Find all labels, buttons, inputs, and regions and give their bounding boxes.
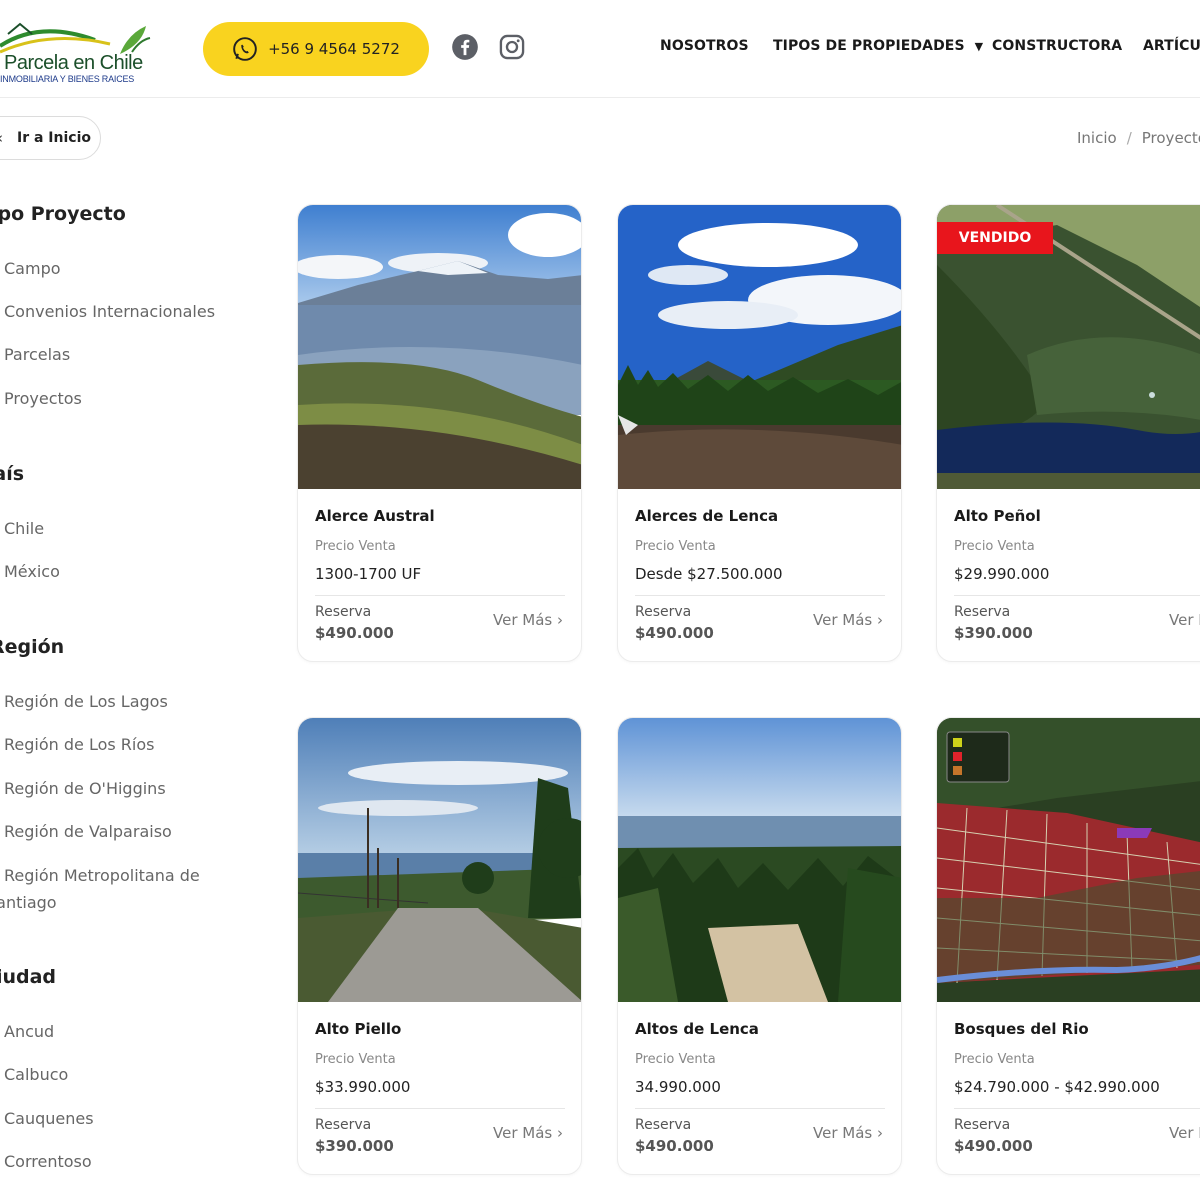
- filter-item-cauquenes[interactable]: Cauquenes: [4, 1109, 94, 1128]
- price-label: Precio Venta: [635, 539, 716, 554]
- filter-item-campo[interactable]: Campo: [4, 259, 61, 278]
- reserve-label: Reserva: [954, 604, 1011, 620]
- reserve-label: Reserva: [315, 1117, 372, 1133]
- go-home-label: Ir a Inicio: [17, 130, 91, 146]
- filter-heading-tipo-proyecto: Tipo Proyecto: [0, 203, 126, 225]
- breadcrumb-separator: /: [1126, 129, 1132, 147]
- price-value: 1300-1700 UF: [315, 565, 422, 583]
- reserve-value: $490.000: [635, 1137, 714, 1155]
- filter-heading-pais: País: [0, 463, 25, 485]
- chevron-down-icon: ▼: [974, 39, 984, 53]
- price-value: 34.990.000: [635, 1078, 721, 1096]
- nav-nosotros[interactable]: NOSOTROS: [660, 38, 773, 54]
- filter-item-parcelas[interactable]: Parcelas: [4, 345, 70, 364]
- price-label: Precio Venta: [315, 539, 396, 554]
- reserve-value: $490.000: [954, 1137, 1033, 1155]
- card-divider: [635, 595, 885, 596]
- property-card[interactable]: Alto Piello Precio Venta $33.990.000 Res…: [297, 717, 582, 1175]
- property-title: Alerce Austral: [315, 507, 435, 525]
- reserve-label: Reserva: [954, 1117, 1011, 1133]
- property-card[interactable]: Bosques del Rio Precio Venta $24.790.000…: [936, 717, 1200, 1175]
- site-logo[interactable]: Parcela en Chile INMOBILIARIA Y BIENES R…: [0, 14, 160, 86]
- nav-constructora[interactable]: CONSTRUCTORA: [992, 38, 1143, 54]
- property-title: Alerces de Lenca: [635, 507, 779, 525]
- ver-mas-link[interactable]: Ver Más ›: [1169, 611, 1200, 629]
- property-title: Bosques del Rio: [954, 1020, 1089, 1038]
- reserve-label: Reserva: [635, 604, 692, 620]
- go-home-button[interactable]: ‹ Ir a Inicio: [0, 116, 101, 160]
- property-photo[interactable]: [298, 205, 581, 489]
- sold-badge: VENDIDO: [937, 222, 1053, 254]
- breadcrumb-home[interactable]: Inicio: [1077, 129, 1117, 147]
- property-photo[interactable]: [298, 718, 581, 1002]
- filter-item-chile[interactable]: Chile: [4, 519, 44, 538]
- whatsapp-icon: [233, 37, 257, 61]
- reserve-value: $390.000: [315, 1137, 394, 1155]
- property-card[interactable]: Alerces de Lenca Precio Venta Desde $27.…: [617, 204, 902, 662]
- filter-item-correntoso[interactable]: Correntoso: [4, 1152, 92, 1171]
- filter-heading-region: Región: [0, 636, 65, 658]
- property-photo[interactable]: [618, 205, 901, 489]
- filter-item-convenios[interactable]: Convenios Internacionales: [4, 302, 215, 321]
- filter-item-los-rios[interactable]: Región de Los Ríos: [4, 735, 154, 754]
- ver-mas-link[interactable]: Ver Más ›: [1169, 1124, 1200, 1142]
- reserve-value: $490.000: [635, 624, 714, 642]
- filter-item-ohiggins[interactable]: Región de O'Higgins: [4, 779, 166, 798]
- price-value: $24.790.000 - $42.990.000: [954, 1078, 1160, 1096]
- price-label: Precio Venta: [954, 539, 1035, 554]
- main-nav: NOSOTROS TIPOS DE PROPIEDADES ▼ CONSTRUC…: [660, 38, 1200, 54]
- card-divider: [315, 595, 565, 596]
- property-photo[interactable]: [618, 718, 901, 1002]
- card-divider: [954, 595, 1200, 596]
- ver-mas-link[interactable]: Ver Más ›: [493, 1124, 563, 1142]
- price-label: Precio Venta: [954, 1052, 1035, 1067]
- price-label: Precio Venta: [315, 1052, 396, 1067]
- filter-heading-ciudad: Ciudad: [0, 966, 57, 988]
- filter-item-calbuco[interactable]: Calbuco: [4, 1065, 68, 1084]
- reserve-label: Reserva: [315, 604, 372, 620]
- instagram-icon[interactable]: [498, 33, 526, 61]
- filter-item-los-lagos[interactable]: Región de Los Lagos: [4, 692, 168, 711]
- breadcrumb-current: Proyectos: [1141, 129, 1200, 147]
- site-header: Parcela en Chile INMOBILIARIA Y BIENES R…: [0, 0, 1200, 98]
- card-divider: [635, 1108, 885, 1109]
- whatsapp-phone-button[interactable]: +56 9 4564 5272: [203, 22, 429, 76]
- logo-subtitle: INMOBILIARIA Y BIENES RAICES: [0, 74, 135, 84]
- nav-articulos[interactable]: ARTÍCULOS: [1143, 38, 1200, 54]
- property-title: Alto Piello: [315, 1020, 402, 1038]
- filter-item-ancud[interactable]: Ancud: [4, 1022, 54, 1041]
- reserve-value: $490.000: [315, 624, 394, 642]
- filter-item-proyectos[interactable]: Proyectos: [4, 389, 82, 408]
- reserve-label: Reserva: [635, 1117, 692, 1133]
- ver-mas-link[interactable]: Ver Más ›: [493, 611, 563, 629]
- chevron-left-icon: ‹: [0, 129, 3, 147]
- filter-item-metropolitana[interactable]: Región Metropolitana de Santiago: [0, 862, 226, 916]
- filter-item-mexico[interactable]: México: [4, 562, 60, 581]
- property-card[interactable]: Alerce Austral Precio Venta 1300-1700 UF…: [297, 204, 582, 662]
- card-divider: [315, 1108, 565, 1109]
- ver-mas-link[interactable]: Ver Más ›: [813, 611, 883, 629]
- property-card[interactable]: VENDIDO Alto Peñol Precio Venta $29.990.…: [936, 204, 1200, 662]
- property-card[interactable]: Altos de Lenca Precio Venta 34.990.000 R…: [617, 717, 902, 1175]
- logo-title: Parcela en Chile: [4, 52, 143, 74]
- price-value: $29.990.000: [954, 565, 1050, 583]
- nav-tipos-label: TIPOS DE PROPIEDADES: [773, 38, 965, 54]
- price-value: $33.990.000: [315, 1078, 411, 1096]
- phone-number: +56 9 4564 5272: [268, 40, 400, 58]
- facebook-icon[interactable]: [451, 33, 479, 61]
- nav-tipos-de-propiedades[interactable]: TIPOS DE PROPIEDADES ▼: [773, 38, 992, 54]
- breadcrumb: Inicio / Proyectos: [1077, 129, 1200, 147]
- price-label: Precio Venta: [635, 1052, 716, 1067]
- reserve-value: $390.000: [954, 624, 1033, 642]
- property-title: Altos de Lenca: [635, 1020, 759, 1038]
- card-divider: [954, 1108, 1200, 1109]
- property-map[interactable]: [937, 718, 1200, 1002]
- property-title: Alto Peñol: [954, 507, 1041, 525]
- filter-item-valparaiso[interactable]: Región de Valparaiso: [4, 822, 172, 841]
- price-value: Desde $27.500.000: [635, 565, 783, 583]
- ver-mas-link[interactable]: Ver Más ›: [813, 1124, 883, 1142]
